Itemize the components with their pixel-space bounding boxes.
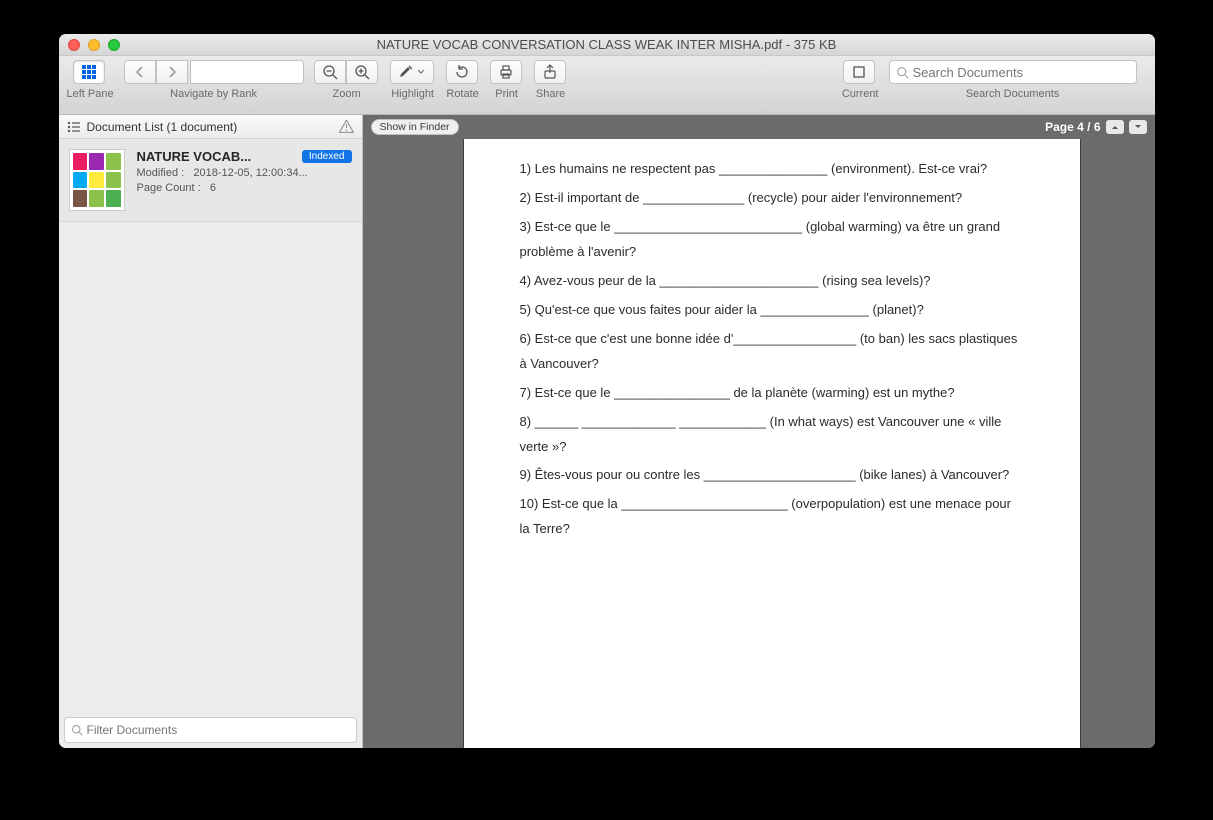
filter-documents-input[interactable]: [64, 717, 357, 743]
zoom-out-button[interactable]: [314, 60, 346, 84]
highlight-button[interactable]: [390, 60, 434, 84]
printer-icon: [498, 64, 514, 80]
share-button[interactable]: [534, 60, 566, 84]
paragraph: 1) Les humains ne respectent pas _______…: [520, 157, 1024, 182]
page-indicator-group: Page 4 / 6: [1045, 120, 1146, 134]
grid-icon: [81, 64, 97, 80]
current-label: Current: [842, 88, 879, 100]
rotate-icon: [454, 64, 470, 80]
document-meta: NATURE VOCAB... Indexed Modified : 2018-…: [137, 149, 352, 211]
page-down-button[interactable]: [1129, 120, 1147, 134]
rotate-label: Rotate: [446, 88, 478, 100]
content-area: Document List (1 document) NATURE VOCAB.…: [59, 115, 1155, 748]
modified-label: Modified :: [137, 167, 185, 179]
document-thumbnail: [69, 149, 125, 211]
print-button[interactable]: [490, 60, 522, 84]
paragraph: 3) Est-ce que le _______________________…: [520, 215, 1024, 265]
zoom-label: Zoom: [333, 88, 361, 100]
nav-back-button[interactable]: [124, 60, 156, 84]
square-icon: [851, 64, 867, 80]
zoom-in-button[interactable]: [346, 60, 378, 84]
paragraph: 7) Est-ce que le ________________ de la …: [520, 381, 1024, 406]
page-indicator: Page 4 / 6: [1045, 120, 1100, 134]
rotate-button[interactable]: [446, 60, 478, 84]
paragraph: 4) Avez-vous peur de la ________________…: [520, 269, 1024, 294]
search-icon: [71, 724, 83, 736]
document-title: NATURE VOCAB...: [137, 149, 252, 164]
search-field[interactable]: [913, 65, 1130, 80]
magnify-minus-icon: [322, 64, 338, 80]
modified-value: 2018-12-05, 12:00:34...: [193, 167, 307, 179]
window-title: NATURE VOCAB CONVERSATION CLASS WEAK INT…: [59, 37, 1155, 52]
highlight-label: Highlight: [391, 88, 434, 100]
pdf-page: 1) Les humains ne respectent pas _______…: [464, 139, 1080, 748]
document-list-item[interactable]: NATURE VOCAB... Indexed Modified : 2018-…: [59, 139, 362, 222]
pagecount-value: 6: [210, 182, 216, 194]
sidebar-header-text: Document List (1 document): [87, 120, 238, 134]
app-window: NATURE VOCAB CONVERSATION CLASS WEAK INT…: [59, 34, 1155, 748]
page-up-button[interactable]: [1106, 120, 1124, 134]
rank-input[interactable]: [190, 60, 304, 84]
document-viewer: Show in Finder Page 4 / 6 1) Les humains…: [363, 115, 1155, 748]
search-icon: [896, 66, 909, 79]
viewer-infobar: Show in Finder Page 4 / 6: [363, 115, 1155, 139]
indexed-badge: Indexed: [302, 150, 352, 163]
show-in-finder-button[interactable]: Show in Finder: [371, 119, 459, 135]
highlighter-icon: [398, 64, 414, 80]
current-button[interactable]: [843, 60, 875, 84]
sidebar-empty-area: [59, 222, 362, 712]
sidebar-header: Document List (1 document): [59, 115, 362, 139]
print-label: Print: [495, 88, 518, 100]
warning-icon[interactable]: [339, 120, 354, 133]
minimize-window-button[interactable]: [88, 39, 100, 51]
paragraph: 2) Est-il important de ______________ (r…: [520, 186, 1024, 211]
share-label: Share: [536, 88, 565, 100]
paragraph: 8) ______ _____________ ____________ (In…: [520, 410, 1024, 460]
share-icon: [542, 64, 558, 80]
close-window-button[interactable]: [68, 39, 80, 51]
left-pane-label: Left Pane: [67, 88, 114, 100]
nav-forward-button[interactable]: [156, 60, 188, 84]
paragraph: 9) Êtes-vous pour ou contre les ________…: [520, 463, 1024, 488]
chevron-left-icon: [132, 64, 148, 80]
zoom-window-button[interactable]: [108, 39, 120, 51]
paragraph: 5) Qu'est-ce que vous faites pour aider …: [520, 298, 1024, 323]
paragraph: 10) Est-ce que la ______________________…: [520, 492, 1024, 542]
navigate-label: Navigate by Rank: [170, 88, 257, 100]
list-icon: [67, 121, 81, 133]
search-documents-input[interactable]: [889, 60, 1137, 84]
search-label: Search Documents: [966, 88, 1060, 100]
titlebar: NATURE VOCAB CONVERSATION CLASS WEAK INT…: [59, 34, 1155, 56]
toolbar: Left Pane Navigate by Rank: [59, 56, 1155, 115]
sidebar: Document List (1 document) NATURE VOCAB.…: [59, 115, 363, 748]
magnify-plus-icon: [354, 64, 370, 80]
filter-field[interactable]: [87, 723, 350, 737]
chevron-down-icon: [417, 68, 425, 76]
traffic-lights: [68, 39, 120, 51]
paragraph: 6) Est-ce que c'est une bonne idée d'___…: [520, 327, 1024, 377]
page-canvas[interactable]: 1) Les humains ne respectent pas _______…: [363, 139, 1155, 748]
chevron-right-icon: [164, 64, 180, 80]
pagecount-label: Page Count :: [137, 182, 201, 194]
left-pane-toggle[interactable]: [73, 60, 105, 84]
